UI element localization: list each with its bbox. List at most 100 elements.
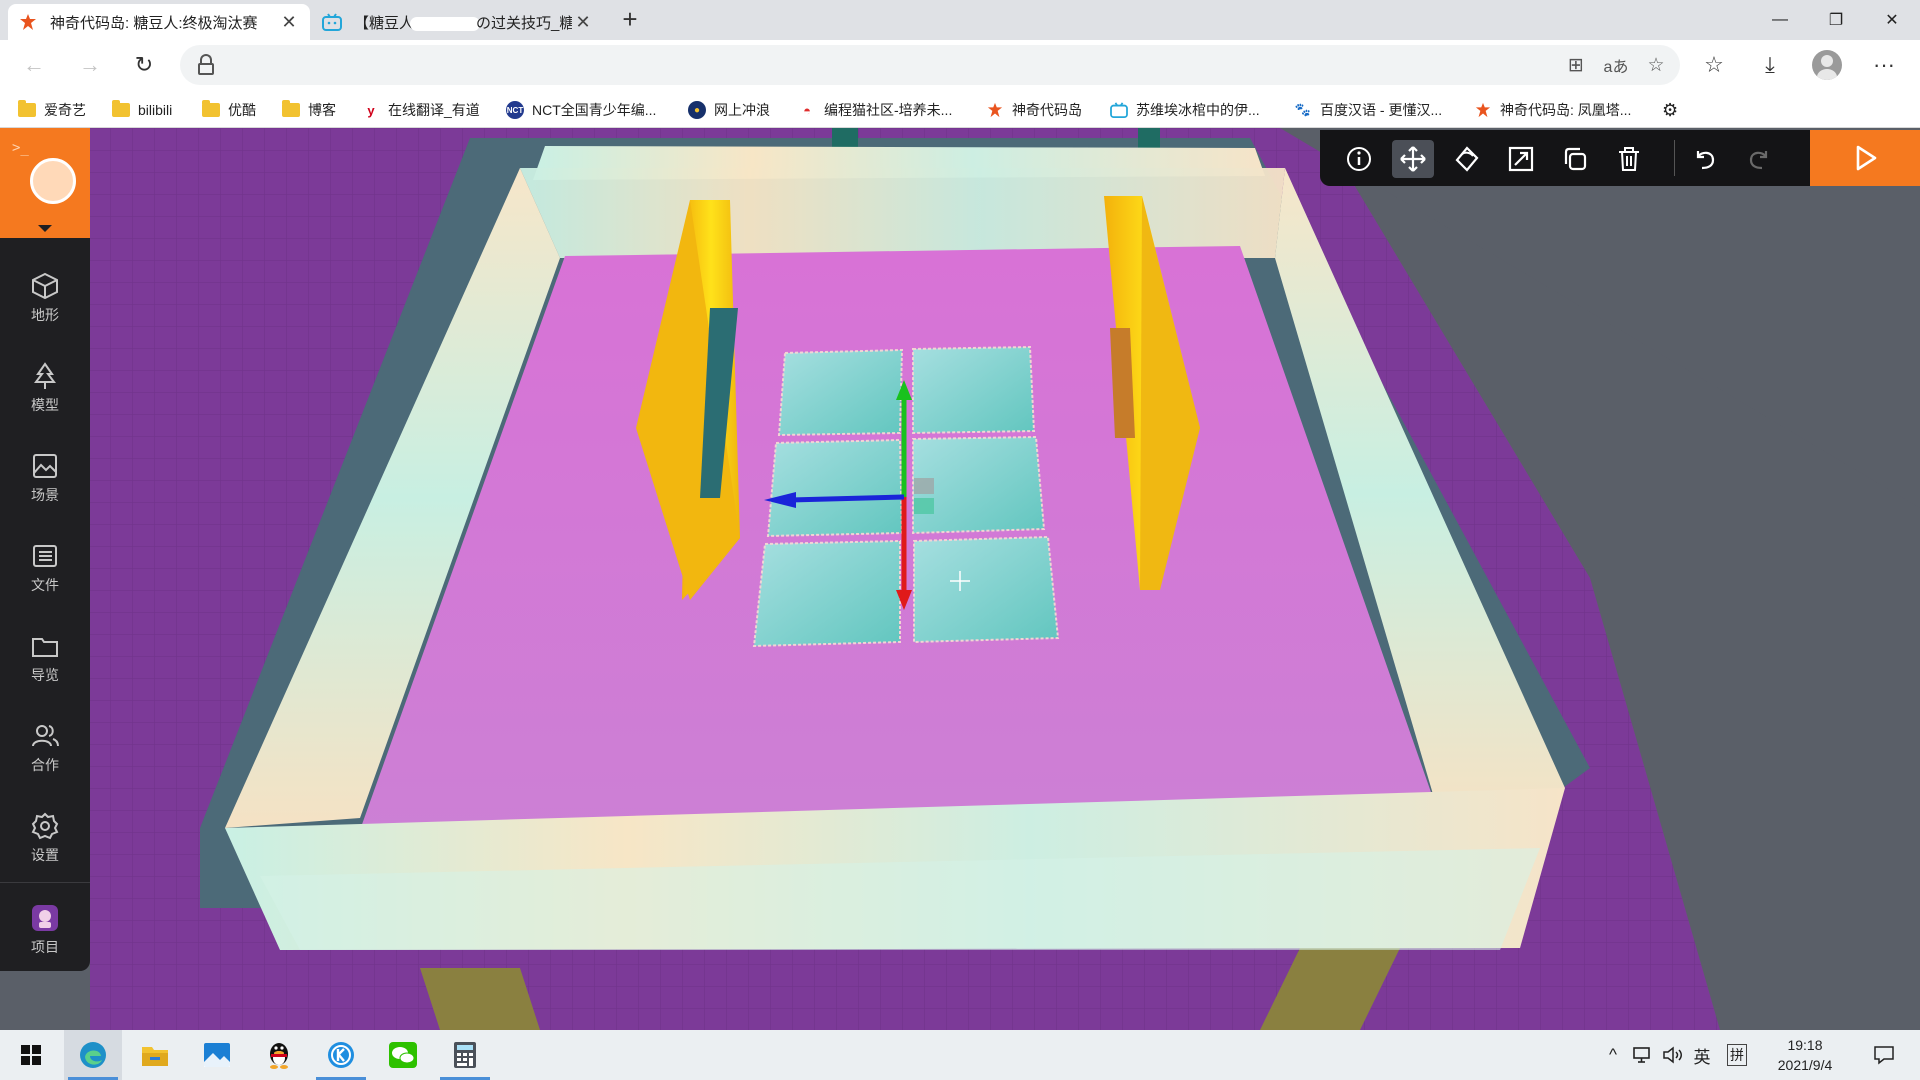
sidebar-item-label: 地形 [31,307,59,323]
sidebar-item-label: 项目 [31,939,59,955]
bookmark-item[interactable]: NCT NCT全国青少年编... [506,98,656,122]
editor-sidebar: >_ 地形 模型 场景 文件 导览 合作 设置 项目 [0,128,90,971]
back-icon[interactable]: ← [16,48,52,82]
sidebar-item-label: 模型 [31,397,59,413]
ime-language-indicator[interactable]: 英 [1690,1030,1714,1080]
new-tab-button[interactable]: + [616,6,644,34]
taskbar-explorer[interactable] [126,1030,184,1080]
copy-button[interactable] [1554,140,1596,178]
bookmark-item[interactable]: y 在线翻译_有道 [362,98,479,122]
close-icon[interactable]: ✕ [1864,0,1920,40]
code-prompt-icon: >_ [12,140,29,156]
sidebar-item-guide[interactable]: 导览 [0,618,90,698]
brain-logo-icon [30,158,76,204]
move-icon [1400,146,1426,172]
undo-icon [1696,151,1715,170]
sidebar-divider [0,882,90,883]
bookmarks-settings-icon[interactable]: ⚙ [1662,98,1678,122]
app-logo[interactable]: >_ [0,128,90,238]
forward-icon[interactable]: → [72,48,108,82]
ime-mode-indicator[interactable]: 拼 [1724,1030,1750,1080]
windows-taskbar: ^ 英 拼 19:18 2021/9/4 [0,1030,1920,1080]
close-tab-icon[interactable]: ✕ [572,12,594,33]
notification-icon[interactable] [1864,1030,1904,1080]
play-icon [1856,145,1877,171]
address-bar[interactable]: ⊞ aあ ☆ [180,45,1680,85]
sidebar-item-settings[interactable]: 设置 [0,798,90,878]
play-button[interactable] [1810,130,1920,186]
taskbar-kugou[interactable] [312,1030,370,1080]
folder-icon [18,100,36,119]
copy-icon [1564,147,1587,171]
bookmark-item[interactable]: 神奇代码岛: 凤凰塔... [1474,98,1631,122]
image-icon [33,454,57,478]
delete-button[interactable] [1608,140,1650,178]
chevron-down-icon[interactable] [38,225,52,232]
redo-button[interactable] [1738,140,1780,178]
edge-icon [80,1042,106,1068]
scene-3d-canvas[interactable] [0,128,1920,1030]
scale-icon [1508,146,1534,172]
taskbar-clock[interactable]: 19:18 2021/9/4 [1760,1035,1850,1075]
info-button[interactable] [1338,140,1380,178]
sidebar-item-files[interactable]: 文件 [0,528,90,608]
sidebar-item-collaborate[interactable]: 合作 [0,708,90,788]
folder-icon [112,100,130,119]
favorites-icon[interactable]: ☆ [1696,48,1732,82]
move-button[interactable] [1392,140,1434,178]
taskbar-qq[interactable] [250,1030,308,1080]
bookmark-item[interactable]: ● 网上冲浪 [688,98,770,122]
tab-codeisland[interactable]: 神奇代码岛: 糖豆人:终极淘汰赛 ✕ [8,4,310,40]
bookmark-item[interactable]: 🐾 百度汉语 - 更懂汉... [1294,98,1442,122]
nct-icon: NCT [506,101,524,119]
bookmark-item[interactable]: bilibili [112,98,172,122]
codeisland-logo-icon [986,101,1004,119]
refresh-icon[interactable]: ↻ [126,48,162,82]
sidebar-item-terrain[interactable]: 地形 [0,258,90,338]
rotate-button[interactable] [1446,140,1488,178]
start-button[interactable] [2,1030,60,1080]
download-icon[interactable]: ⤓ [1752,48,1788,82]
rotate-icon [1455,146,1479,172]
network-icon[interactable] [1630,1030,1656,1080]
lock-icon[interactable] [196,54,216,76]
codeisland-logo-icon [18,12,38,32]
bookmark-item[interactable]: ◓ 编程猫社区-培养未... [798,98,952,122]
codemao-icon: ◓ [803,102,811,118]
tab-bilibili[interactable]: 【糖豆人 の过关技巧_糖 ✕ [312,4,604,40]
bookmark-item[interactable]: 神奇代码岛 [986,98,1082,122]
profile-icon[interactable] [1812,50,1842,80]
sidebar-item-model[interactable]: 模型 [0,348,90,428]
taskbar-wechat[interactable] [374,1030,432,1080]
scene-viewport[interactable] [0,128,1920,1030]
folder-icon [32,638,58,657]
read-aloud-icon[interactable]: aあ [1600,51,1632,79]
favorite-add-icon[interactable]: ☆ [1640,51,1672,79]
close-tab-icon[interactable]: ✕ [278,12,300,33]
bookmark-item[interactable]: 爱奇艺 [18,98,86,122]
browser-toolbar: ← → ↻ ⊞ aあ ☆ ☆ ⤓ ··· [0,40,1920,90]
sidebar-item-label: 场景 [31,487,59,503]
sidebar-item-label: 文件 [31,577,59,593]
tab-title: 【糖豆人 の过关技巧_糖 [354,14,572,32]
kugou-icon [328,1042,354,1068]
bookmark-item[interactable]: 苏维埃冰棺中的伊... [1110,98,1260,122]
taskbar-edge[interactable] [64,1030,122,1080]
taskbar-photos[interactable] [188,1030,246,1080]
clock-date: 2021/9/4 [1777,1057,1833,1073]
cube-icon [32,272,58,300]
taskbar-calculator[interactable] [436,1030,494,1080]
sidebar-item-scene[interactable]: 场景 [0,438,90,518]
volume-icon[interactable] [1660,1030,1686,1080]
redo-icon [1749,151,1768,170]
apps-icon[interactable]: ⊞ [1560,51,1592,79]
undo-button[interactable] [1684,140,1726,178]
minimize-icon[interactable]: — [1752,0,1808,40]
bookmark-item[interactable]: 优酷 [202,98,256,122]
restore-icon[interactable]: ❐ [1808,0,1864,40]
sidebar-item-project[interactable]: 项目 [0,890,90,970]
scale-button[interactable] [1500,140,1542,178]
tray-chevron-icon[interactable]: ^ [1600,1030,1626,1080]
more-icon[interactable]: ··· [1866,48,1902,82]
bookmark-item[interactable]: 博客 [282,98,336,122]
